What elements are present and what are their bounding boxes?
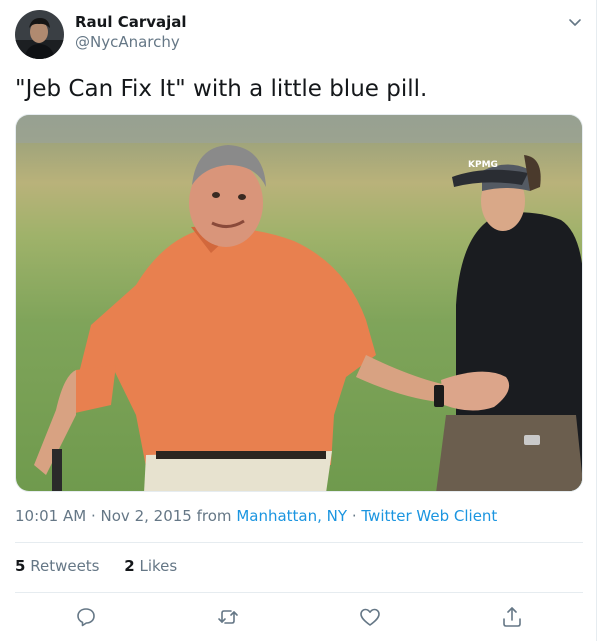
retweets-label: Retweets	[30, 557, 100, 575]
meta-separator: ·	[351, 507, 362, 525]
client-link[interactable]: Twitter Web Client	[361, 507, 497, 525]
tweet-meta: 10:01 AM · Nov 2, 2015 from Manhattan, N…	[15, 507, 497, 525]
tweet-photo[interactable]: KPMG	[15, 114, 583, 492]
reply-icon[interactable]	[74, 605, 98, 629]
tweet-stats: 5 Retweets 2 Likes	[15, 557, 197, 575]
likes-label: Likes	[139, 557, 178, 575]
divider	[15, 542, 583, 543]
likes-stat[interactable]: 2 Likes	[124, 557, 177, 575]
likes-count: 2	[124, 557, 135, 575]
retweet-icon[interactable]	[216, 605, 240, 629]
retweets-count: 5	[15, 557, 26, 575]
share-icon[interactable]	[500, 605, 524, 629]
meta-separator: ·	[90, 507, 101, 525]
user-handle[interactable]: @NycAnarchy	[75, 33, 180, 51]
heart-icon[interactable]	[358, 605, 382, 629]
display-name[interactable]: Raul Carvajal	[75, 13, 187, 31]
tweet-card: Raul Carvajal @NycAnarchy "Jeb Can Fix I…	[0, 0, 597, 641]
divider	[15, 592, 583, 593]
tweet-text: "Jeb Can Fix It" with a little blue pill…	[15, 76, 428, 102]
retweets-stat[interactable]: 5 Retweets	[15, 557, 100, 575]
avatar[interactable]	[15, 10, 64, 59]
meta-from-label: from	[196, 507, 232, 525]
photo-image: KPMG	[16, 115, 582, 491]
chevron-down-icon[interactable]	[565, 14, 585, 32]
timestamp-date[interactable]: Nov 2, 2015	[101, 507, 192, 525]
timestamp-time[interactable]: 10:01 AM	[15, 507, 86, 525]
location-link[interactable]: Manhattan, NY	[236, 507, 347, 525]
cap-logo-text: KPMG	[468, 160, 498, 170]
avatar-photo	[15, 10, 64, 59]
